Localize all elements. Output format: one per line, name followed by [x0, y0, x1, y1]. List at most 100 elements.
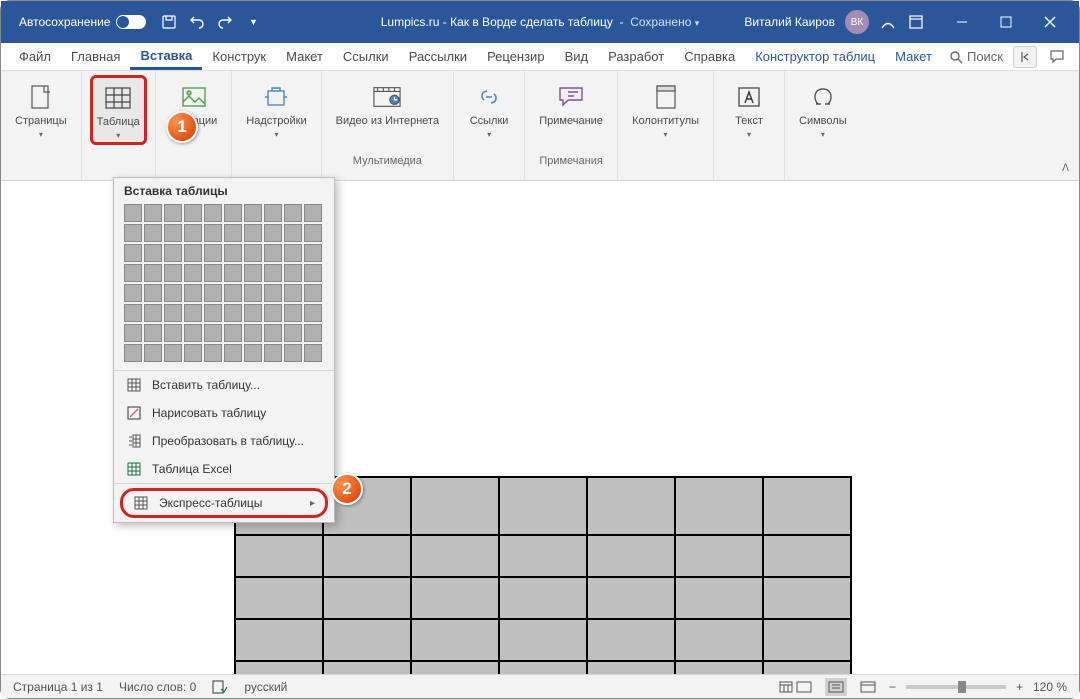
grid-cell[interactable] [184, 224, 202, 242]
grid-cell[interactable] [204, 264, 222, 282]
grid-cell[interactable] [264, 344, 282, 362]
grid-cell[interactable] [284, 224, 302, 242]
grid-cell[interactable] [164, 244, 182, 262]
web-view-button[interactable] [857, 678, 879, 696]
pages-button[interactable]: Страницы ▾ [9, 75, 73, 143]
grid-cell[interactable] [164, 284, 182, 302]
grid-cell[interactable] [184, 344, 202, 362]
grid-cell[interactable] [284, 304, 302, 322]
grid-cell[interactable] [244, 344, 262, 362]
grid-cell[interactable] [244, 224, 262, 242]
tab-help[interactable]: Справка [674, 43, 745, 70]
zoom-in-button[interactable]: + [1016, 680, 1023, 694]
grid-cell[interactable] [224, 224, 242, 242]
search-box[interactable]: Поиск [949, 49, 1003, 64]
table-row[interactable] [235, 661, 851, 674]
language-status[interactable]: русский [244, 680, 287, 694]
grid-cell[interactable] [224, 264, 242, 282]
grid-cell[interactable] [264, 304, 282, 322]
tab-file[interactable]: Файл [9, 43, 61, 70]
grid-cell[interactable] [184, 284, 202, 302]
minimize-button[interactable] [941, 7, 983, 37]
comment-button[interactable]: Примечание [533, 75, 609, 132]
grid-cell[interactable] [264, 204, 282, 222]
grid-cell[interactable] [264, 324, 282, 342]
tab-design[interactable]: Конструк [202, 43, 276, 70]
grid-cell[interactable] [244, 284, 262, 302]
symbols-button[interactable]: Символы ▾ [793, 75, 853, 143]
excel-table-item[interactable]: Таблица Excel [114, 455, 334, 483]
grid-cell[interactable] [204, 344, 222, 362]
grid-cell[interactable] [224, 204, 242, 222]
grid-cell[interactable] [124, 284, 142, 302]
grid-cell[interactable] [224, 344, 242, 362]
grid-cell[interactable] [144, 284, 162, 302]
tab-review[interactable]: Рецензир [477, 43, 555, 70]
table-size-grid[interactable] [114, 204, 334, 370]
grid-cell[interactable] [164, 324, 182, 342]
qat-dropdown-icon[interactable]: ▼ [244, 13, 262, 31]
grid-cell[interactable] [144, 264, 162, 282]
avatar[interactable]: ВК [845, 10, 869, 34]
grid-cell[interactable] [244, 244, 262, 262]
tab-references[interactable]: Ссылки [333, 43, 399, 70]
addins-button[interactable]: Надстройки ▾ [240, 75, 312, 143]
grid-cell[interactable] [184, 204, 202, 222]
grid-cell[interactable] [124, 204, 142, 222]
redo-icon[interactable] [216, 13, 234, 31]
print-view-button[interactable] [825, 678, 847, 696]
grid-cell[interactable] [124, 264, 142, 282]
share-button[interactable] [1013, 46, 1037, 68]
grid-cell[interactable] [284, 204, 302, 222]
ribbon-display-icon[interactable] [907, 13, 925, 31]
tab-home[interactable]: Главная [61, 43, 130, 70]
grid-cell[interactable] [224, 284, 242, 302]
user-name[interactable]: Виталий Каиров [744, 15, 835, 29]
grid-cell[interactable] [264, 284, 282, 302]
convert-table-item[interactable]: Преобразовать в таблицу... [114, 427, 334, 455]
header-footer-button[interactable]: Колонтитулы ▾ [626, 75, 705, 143]
grid-cell[interactable] [304, 224, 322, 242]
grid-cell[interactable] [204, 244, 222, 262]
text-button[interactable]: Текст ▾ [722, 75, 776, 143]
grid-cell[interactable] [124, 224, 142, 242]
tab-insert[interactable]: Вставка [130, 43, 202, 70]
grid-cell[interactable] [224, 324, 242, 342]
word-count[interactable]: Число слов: 0 [119, 680, 196, 694]
grid-cell[interactable] [184, 304, 202, 322]
grid-cell[interactable] [284, 344, 302, 362]
tab-layout[interactable]: Макет [276, 43, 333, 70]
spell-check-icon[interactable] [212, 680, 228, 694]
grid-cell[interactable] [284, 264, 302, 282]
quick-tables-item[interactable]: Экспресс-таблицы ▸ [120, 488, 328, 518]
grid-cell[interactable] [284, 284, 302, 302]
table-row[interactable] [235, 619, 851, 661]
links-button[interactable]: Ссылки ▾ [462, 75, 516, 143]
autosave-toggle[interactable] [116, 15, 146, 29]
grid-cell[interactable] [244, 264, 262, 282]
grid-cell[interactable] [304, 264, 322, 282]
grid-cell[interactable] [224, 304, 242, 322]
grid-cell[interactable] [164, 264, 182, 282]
undo-icon[interactable] [188, 13, 206, 31]
comments-button[interactable] [1047, 47, 1067, 67]
grid-cell[interactable] [124, 244, 142, 262]
grid-cell[interactable] [304, 344, 322, 362]
insert-table-item[interactable]: Вставить таблицу... [114, 371, 334, 399]
focus-view-button[interactable] [793, 678, 815, 696]
grid-cell[interactable] [204, 324, 222, 342]
grid-cell[interactable] [144, 244, 162, 262]
tab-view[interactable]: Вид [555, 43, 599, 70]
zoom-value[interactable]: 120 % [1033, 680, 1067, 694]
grid-cell[interactable] [204, 224, 222, 242]
grid-cell[interactable] [124, 304, 142, 322]
save-icon[interactable] [160, 13, 178, 31]
grid-cell[interactable] [244, 304, 262, 322]
grid-cell[interactable] [264, 224, 282, 242]
page-status[interactable]: Страница 1 из 1 [13, 680, 103, 694]
grid-cell[interactable] [204, 284, 222, 302]
macro-icon[interactable] [779, 680, 793, 694]
grid-cell[interactable] [244, 204, 262, 222]
collapse-ribbon-button[interactable]: ᐱ [1062, 163, 1069, 174]
grid-cell[interactable] [304, 244, 322, 262]
